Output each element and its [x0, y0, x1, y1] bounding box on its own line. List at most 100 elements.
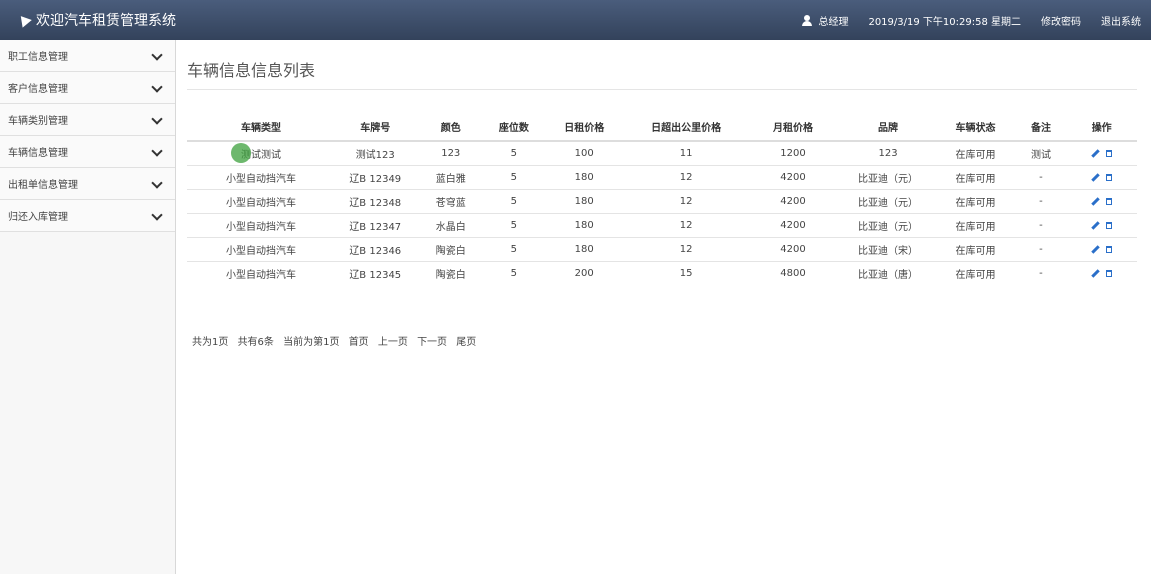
sidebar-item-customers[interactable]: 客户信息管理 — [0, 72, 175, 104]
sidebar-item-rentals[interactable]: 出租单信息管理 — [0, 168, 175, 200]
trash-icon[interactable] — [1106, 174, 1113, 181]
pagination: 共为1页 共有6条 当前为第1页 首页 上一页 下一页 尾页 — [192, 333, 480, 348]
trash-icon[interactable] — [1106, 270, 1113, 277]
actions-cell — [1066, 261, 1137, 285]
cell: 100 — [541, 140, 627, 166]
sidebar-item-vehicle-types[interactable]: 车辆类别管理 — [0, 104, 175, 136]
pager-next-link[interactable]: 下一页 — [417, 337, 447, 348]
cell: 5 — [485, 140, 542, 166]
user-name: 总经理 — [818, 16, 849, 28]
table-row[interactable]: 测试测试 测试123 123 5 100 11 1200 123 在库可用 测试 — [187, 140, 1137, 166]
cell: 5 — [485, 189, 542, 214]
user-menu[interactable]: 总经理 — [792, 0, 858, 40]
table-row[interactable]: 小型自动挡汽车 辽B 12349 蓝白雅 5 180 12 4200 比亚迪（元… — [187, 165, 1137, 190]
sidebar-item-staff[interactable]: 职工信息管理 — [0, 40, 175, 72]
pager-total-records: 共有6条 — [237, 337, 274, 348]
pager-last-link[interactable]: 尾页 — [456, 337, 476, 348]
cell: 在库可用 — [935, 189, 1016, 214]
cell: 小型自动挡汽车 — [187, 261, 335, 285]
cell: 5 — [485, 165, 542, 190]
cell: 小型自动挡汽车 — [187, 213, 335, 238]
pencil-icon[interactable] — [1091, 173, 1100, 182]
cell: 比亚迪（元） — [840, 189, 936, 214]
cell: 辽B 12349 — [334, 165, 416, 190]
cell: - — [1015, 261, 1067, 285]
cell: 15 — [626, 261, 746, 285]
table-row[interactable]: 小型自动挡汽车 辽B 12346 陶瓷白 5 180 12 4200 比亚迪（宋… — [187, 237, 1137, 262]
pencil-icon[interactable] — [1091, 245, 1100, 254]
col-header: 车辆类型 — [187, 112, 335, 142]
cell: 测试123 — [334, 140, 416, 166]
cell: 12 — [626, 165, 746, 190]
actions-cell — [1066, 213, 1137, 238]
cell: 12 — [626, 213, 746, 238]
actions-cell — [1066, 189, 1137, 214]
cell: - — [1015, 237, 1067, 262]
pager-prev-link[interactable]: 上一页 — [378, 337, 408, 348]
cell: 在库可用 — [935, 261, 1016, 285]
cell: 180 — [541, 165, 627, 190]
pager-total-pages: 共为1页 — [192, 337, 229, 348]
col-header: 日超出公里价格 — [626, 112, 746, 142]
cell: 4800 — [745, 261, 841, 285]
table-row[interactable]: 小型自动挡汽车 辽B 12348 苍穹蓝 5 180 12 4200 比亚迪（元… — [187, 189, 1137, 214]
cell: 水晶白 — [415, 213, 486, 238]
cell: 5 — [485, 237, 542, 262]
cell: 蓝白雅 — [415, 165, 486, 190]
chevron-down-icon — [151, 145, 163, 157]
page-title: 车辆信息信息列表 — [187, 61, 316, 80]
table-row[interactable]: 小型自动挡汽车 辽B 12345 陶瓷白 5 200 15 4800 比亚迪（唐… — [187, 261, 1137, 285]
pager-first-link[interactable]: 首页 — [349, 337, 369, 348]
sidebar-item-label: 职工信息管理 — [8, 52, 68, 63]
chevron-down-icon — [151, 81, 163, 93]
cell: 1200 — [745, 140, 841, 166]
trash-icon[interactable] — [1106, 222, 1113, 229]
sidebar-item-label: 车辆信息管理 — [8, 148, 68, 159]
cell: 4200 — [745, 189, 841, 214]
cell: 180 — [541, 213, 627, 238]
cell: 4200 — [745, 213, 841, 238]
trash-icon[interactable] — [1106, 150, 1113, 157]
pencil-icon[interactable] — [1091, 149, 1100, 158]
col-header: 品牌 — [840, 112, 936, 142]
col-header: 月租价格 — [745, 112, 841, 142]
pencil-icon[interactable] — [1091, 269, 1100, 278]
pencil-icon[interactable] — [1091, 197, 1100, 206]
brand[interactable]: 欢迎汽车租赁管理系统 — [0, 10, 176, 30]
chevron-down-icon — [151, 49, 163, 61]
cell: 比亚迪（宋） — [840, 237, 936, 262]
cell: 180 — [541, 189, 627, 214]
cell: - — [1015, 165, 1067, 190]
chevron-down-icon — [151, 177, 163, 189]
datetime-display: 2019/3/19 下午10:29:58 星期二 — [868, 16, 1021, 28]
cell: 辽B 12346 — [334, 237, 416, 262]
cell: 在库可用 — [935, 213, 1016, 238]
cell: 在库可用 — [935, 165, 1016, 190]
cell: 200 — [541, 261, 627, 285]
app-title: 欢迎汽车租赁管理系统 — [36, 13, 176, 29]
cell: 小型自动挡汽车 — [187, 189, 335, 214]
main-content: 车辆信息信息列表 车辆类型 车牌号 颜色 座位数 日租价格 日超出公里价格 月租… — [176, 40, 1151, 574]
pager-current: 当前为第1页 — [283, 337, 340, 348]
sidebar-item-label: 归还入库管理 — [8, 212, 68, 223]
logout-link[interactable]: 退出系统 — [1091, 0, 1151, 40]
pencil-icon[interactable] — [1091, 221, 1100, 230]
cell: 5 — [485, 213, 542, 238]
cell: 180 — [541, 237, 627, 262]
trash-icon[interactable] — [1106, 198, 1113, 205]
change-password-link[interactable]: 修改密码 — [1031, 0, 1091, 40]
trash-icon[interactable] — [1106, 246, 1113, 253]
cell: 辽B 12345 — [334, 261, 416, 285]
cell: 陶瓷白 — [415, 237, 486, 262]
user-icon — [802, 14, 813, 26]
sidebar-item-vehicles[interactable]: 车辆信息管理 — [0, 136, 175, 168]
sidebar-item-returns[interactable]: 归还入库管理 — [0, 200, 175, 232]
top-bar: 欢迎汽车租赁管理系统 总经理 2019/3/19 下午10:29:58 星期二 … — [0, 0, 1151, 40]
cell: - — [1015, 189, 1067, 214]
table-row[interactable]: 小型自动挡汽车 辽B 12347 水晶白 5 180 12 4200 比亚迪（元… — [187, 213, 1137, 238]
cell: 辽B 12347 — [334, 213, 416, 238]
sidebar: 职工信息管理 客户信息管理 车辆类别管理 车辆信息管理 出租单信息管理 归还入库… — [0, 40, 176, 574]
cell: 123 — [840, 140, 936, 166]
actions-cell — [1066, 140, 1137, 166]
cell: 小型自动挡汽车 — [187, 165, 335, 190]
